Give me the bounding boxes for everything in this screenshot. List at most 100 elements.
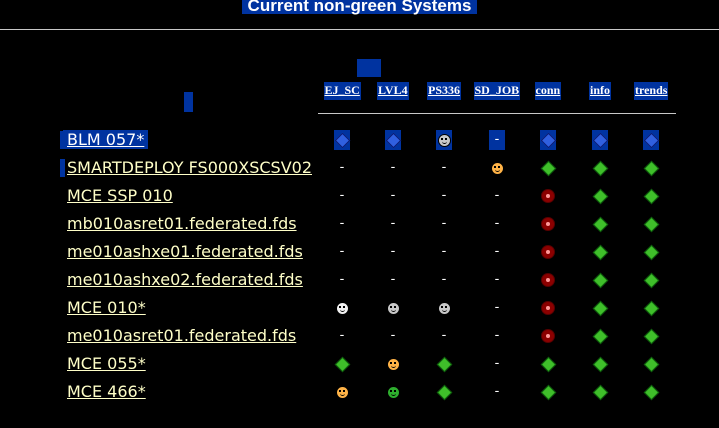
status-cell-ej-sc[interactable]	[334, 384, 350, 400]
host-link[interactable]: mb010asret01.federated.fds	[67, 214, 297, 233]
diamond-green-icon	[643, 160, 659, 176]
column-header-ps336[interactable]: PS336	[427, 82, 462, 100]
empty-status: -	[339, 272, 345, 287]
status-cell-conn[interactable]	[540, 356, 556, 372]
page-title: Current non-green Systems	[241, 0, 478, 14]
status-cell-info[interactable]	[592, 384, 608, 400]
diamond-green-icon	[592, 356, 608, 372]
smiley-grey-icon	[437, 301, 451, 315]
status-cell-conn[interactable]	[540, 244, 556, 260]
host-link[interactable]: me010asret01.federated.fds	[67, 326, 296, 345]
host-link[interactable]: MCE 466*	[67, 382, 146, 401]
status-cell-conn[interactable]	[540, 300, 556, 316]
diamond-green-icon	[592, 384, 608, 400]
diamond-blue-icon	[643, 132, 659, 148]
status-cell-lvl4: -	[385, 216, 401, 232]
status-cell-conn[interactable]	[540, 272, 556, 288]
status-cell-info[interactable]	[592, 132, 608, 148]
empty-status: -	[339, 328, 345, 343]
status-cell-info[interactable]	[592, 328, 608, 344]
status-cell-ej-sc: -	[334, 160, 350, 176]
empty-status: -	[494, 188, 500, 203]
empty-status: -	[339, 188, 345, 203]
status-cell-lvl4[interactable]	[385, 300, 401, 316]
status-cell-trends[interactable]	[643, 160, 659, 176]
empty-status: -	[494, 132, 500, 147]
diamond-green-icon	[643, 300, 659, 316]
diamond-green-icon	[643, 384, 659, 400]
divider	[0, 29, 719, 30]
status-cell-trends[interactable]	[643, 244, 659, 260]
column-header-lvl4[interactable]: LVL4	[377, 82, 409, 100]
diamond-blue-icon	[334, 132, 350, 148]
diamond-green-icon	[643, 244, 659, 260]
status-cell-ps336[interactable]	[436, 384, 452, 400]
status-cell-ps336: -	[436, 160, 452, 176]
status-cell-ps336[interactable]	[436, 300, 452, 316]
column-header-sd-job[interactable]: SD_JOB	[473, 82, 521, 100]
status-cell-ps336[interactable]	[436, 132, 452, 148]
diamond-green-icon	[436, 384, 452, 400]
status-cell-trends[interactable]	[643, 300, 659, 316]
host-link[interactable]: BLM 057*	[63, 130, 149, 149]
status-cell-trends[interactable]	[643, 356, 659, 372]
status-cell-ps336: -	[436, 188, 452, 204]
diamond-green-icon	[592, 216, 608, 232]
status-cell-info[interactable]	[592, 356, 608, 372]
column-header-trends[interactable]: trends	[634, 82, 669, 100]
status-cell-info[interactable]	[592, 300, 608, 316]
host-link[interactable]: me010ashxe01.federated.fds	[67, 242, 303, 261]
host-link[interactable]: MCE SSP 010	[67, 186, 173, 205]
status-cell-info[interactable]	[592, 272, 608, 288]
header-highlight-block	[357, 59, 381, 77]
status-cell-trends[interactable]	[643, 272, 659, 288]
status-cell-info[interactable]	[592, 160, 608, 176]
empty-status: -	[390, 328, 396, 343]
column-header-info[interactable]: info	[589, 82, 612, 100]
empty-status: -	[494, 384, 500, 399]
column-header-conn[interactable]: conn	[534, 82, 562, 100]
status-cell-conn[interactable]	[540, 328, 556, 344]
status-cell-ps336[interactable]	[436, 356, 452, 372]
diamond-green-icon	[592, 328, 608, 344]
red-circle-icon	[541, 189, 555, 203]
host-link[interactable]: me010ashxe02.federated.fds	[67, 270, 303, 289]
empty-status: -	[494, 356, 500, 371]
status-cell-conn[interactable]	[540, 216, 556, 232]
status-cell-lvl4: -	[385, 328, 401, 344]
status-cell-lvl4[interactable]	[385, 356, 401, 372]
status-cell-lvl4[interactable]	[385, 132, 401, 148]
host-link[interactable]: MCE 010*	[67, 298, 146, 317]
status-cell-conn[interactable]	[540, 132, 556, 148]
status-cell-trends[interactable]	[643, 328, 659, 344]
diamond-green-icon	[592, 272, 608, 288]
status-cell-info[interactable]	[592, 188, 608, 204]
status-cell-info[interactable]	[592, 216, 608, 232]
status-cell-conn[interactable]	[540, 188, 556, 204]
empty-status: -	[390, 188, 396, 203]
empty-status: -	[339, 160, 345, 175]
host-link[interactable]: SMARTDEPLOY FS000XSCSV02	[67, 158, 312, 177]
status-cell-trends[interactable]	[643, 384, 659, 400]
status-cell-ej-sc[interactable]	[334, 356, 350, 372]
host-link[interactable]: MCE 055*	[67, 354, 146, 373]
empty-status: -	[441, 244, 447, 259]
diamond-green-icon	[643, 188, 659, 204]
row-highlight-block	[184, 92, 193, 112]
status-cell-conn[interactable]	[540, 160, 556, 176]
status-cell-ps336: -	[436, 272, 452, 288]
diamond-green-icon	[643, 272, 659, 288]
status-cell-conn[interactable]	[540, 384, 556, 400]
status-cell-trends[interactable]	[643, 132, 659, 148]
status-cell-info[interactable]	[592, 244, 608, 260]
status-cell-lvl4[interactable]	[385, 384, 401, 400]
status-cell-trends[interactable]	[643, 216, 659, 232]
status-cell-trends[interactable]	[643, 188, 659, 204]
empty-status: -	[494, 216, 500, 231]
empty-status: -	[441, 160, 447, 175]
status-cell-ej-sc[interactable]	[334, 300, 350, 316]
column-header-ej-sc[interactable]: EJ_SC	[323, 82, 361, 100]
status-cell-ej-sc[interactable]	[334, 132, 350, 148]
diamond-green-icon	[540, 356, 556, 372]
status-cell-sd-job[interactable]	[489, 160, 505, 176]
